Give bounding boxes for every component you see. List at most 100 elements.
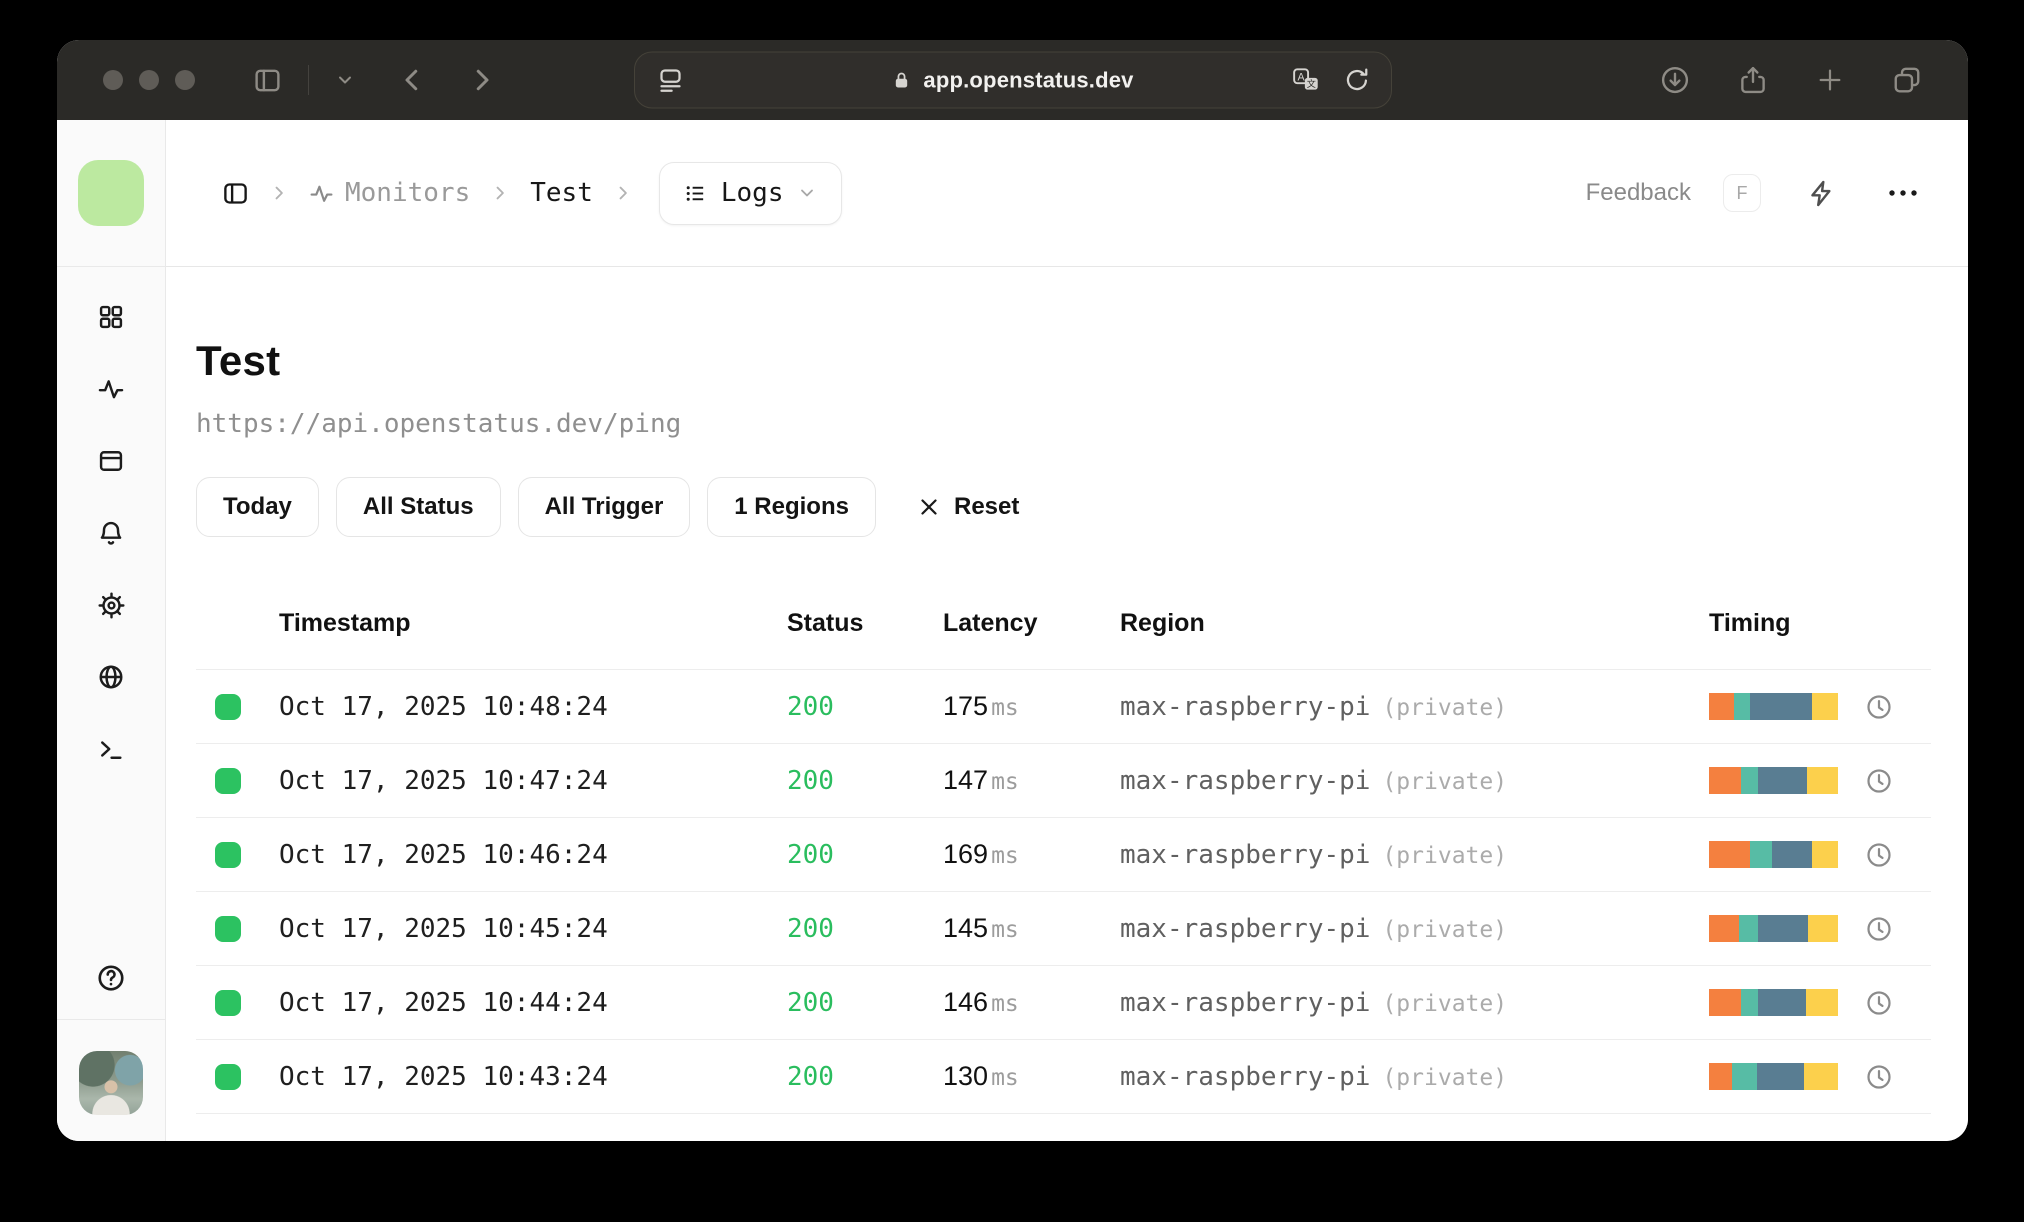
feedback-button[interactable]: Feedback (1586, 179, 1691, 207)
timing-bar (1709, 1063, 1838, 1090)
timing-bar (1709, 915, 1838, 942)
breadcrumb-monitor-name[interactable]: Test (530, 178, 593, 208)
timing-bar (1709, 767, 1838, 794)
cell-latency: 175 (943, 691, 989, 721)
table-row[interactable]: Oct 17, 2025 10:48:24 200 175 ms max-rasp… (196, 669, 1931, 743)
status-dot (215, 693, 241, 720)
timing-bar (1709, 841, 1838, 868)
cell-latency: 146 (943, 987, 989, 1017)
tab-overview-icon[interactable] (1892, 65, 1922, 95)
help-button[interactable] (87, 954, 135, 1002)
latency-unit: ms (991, 695, 1019, 721)
column-region: Region (1120, 608, 1205, 637)
close-window-button[interactable] (103, 70, 123, 90)
sidebar-item-monitors[interactable] (87, 365, 135, 413)
address-bar[interactable]: app.openstatus.dev A文 (633, 51, 1392, 109)
clock-icon[interactable] (1865, 915, 1893, 943)
chevron-right-icon (490, 183, 510, 203)
chevron-right-icon (613, 183, 633, 203)
status-dot (215, 1063, 241, 1090)
clock-icon[interactable] (1865, 989, 1893, 1017)
app-header: Monitors Test Logs Feedback F (166, 120, 1968, 267)
column-timestamp: Timestamp (279, 608, 411, 637)
feedback-shortcut-badge: F (1723, 174, 1761, 212)
grid-icon (99, 305, 123, 329)
workspace-logo[interactable] (78, 160, 144, 226)
sidebar-item-settings[interactable] (87, 581, 135, 629)
status-dot (215, 915, 241, 942)
cell-status: 200 (787, 765, 834, 796)
region-note: (private) (1382, 768, 1508, 795)
breadcrumb-monitors[interactable]: Monitors (309, 178, 470, 208)
table-row[interactable]: Oct 17, 2025 10:44:24 200 146 ms max-rasp… (196, 965, 1931, 1039)
table-row[interactable]: Oct 17, 2025 10:47:24 200 147 ms max-rasp… (196, 743, 1931, 817)
lightning-icon (1811, 180, 1831, 206)
latency-unit: ms (991, 991, 1019, 1017)
app-sidebar-toggle-icon[interactable] (222, 180, 249, 207)
region-note: (private) (1382, 916, 1508, 943)
filter-regions[interactable]: 1 Regions (707, 477, 876, 537)
clock-icon[interactable] (1865, 767, 1893, 795)
cell-latency: 145 (943, 913, 989, 943)
cell-latency: 147 (943, 765, 989, 795)
cell-timestamp: Oct 17, 2025 10:46:24 (279, 839, 608, 870)
reset-filters-button[interactable]: Reset (917, 493, 1019, 521)
cell-region: max-raspberry-pi (1120, 691, 1371, 722)
column-status: Status (787, 608, 864, 637)
latency-unit: ms (991, 769, 1019, 795)
timing-bar (1709, 693, 1838, 720)
user-avatar[interactable] (79, 1051, 143, 1115)
clock-icon[interactable] (1865, 693, 1893, 721)
gear-icon (97, 591, 125, 619)
cell-region: max-raspberry-pi (1120, 765, 1371, 796)
reload-icon[interactable] (1344, 67, 1371, 94)
table-row[interactable]: Oct 17, 2025 10:45:24 200 145 ms max-rasp… (196, 891, 1931, 965)
table-row[interactable]: Oct 17, 2025 10:43:24 200 130 ms max-rasp… (196, 1039, 1931, 1113)
share-icon[interactable] (1738, 65, 1768, 95)
clock-icon[interactable] (1865, 841, 1893, 869)
downloads-icon[interactable] (1660, 65, 1690, 95)
bell-icon (100, 521, 122, 545)
region-note: (private) (1382, 990, 1508, 1017)
region-note: (private) (1382, 842, 1508, 869)
latency-unit: ms (991, 917, 1019, 943)
timing-bar (1709, 989, 1838, 1016)
globe-icon (99, 665, 123, 689)
cell-timestamp: Oct 17, 2025 10:45:24 (279, 913, 608, 944)
filter-date[interactable]: Today (196, 477, 319, 537)
zoom-window-button[interactable] (175, 70, 195, 90)
filter-status[interactable]: All Status (335, 477, 501, 537)
more-options-button[interactable] (1886, 187, 1920, 199)
sidebar-chevron-down-icon[interactable] (335, 70, 355, 90)
table-row[interactable]: Oct 17, 2025 10:46:24 200 169 ms max-rasp… (196, 817, 1931, 891)
cell-timestamp: Oct 17, 2025 10:43:24 (279, 1061, 608, 1092)
minimize-window-button[interactable] (139, 70, 159, 90)
browser-window: app.openstatus.dev A文 Monitors Test Logs… (57, 40, 1968, 1141)
cell-status: 200 (787, 913, 834, 944)
new-tab-icon[interactable] (1816, 66, 1844, 94)
sidebar-item-notifications[interactable] (87, 509, 135, 557)
status-dot (215, 767, 241, 794)
forward-button[interactable] (467, 65, 497, 95)
region-note: (private) (1382, 1064, 1508, 1091)
translate-icon[interactable]: A文 (1292, 67, 1322, 94)
browser-sidebar-toggle-icon[interactable] (253, 66, 282, 95)
status-dot (215, 989, 241, 1016)
browser-titlebar: app.openstatus.dev A文 (57, 40, 1968, 120)
filter-trigger[interactable]: All Trigger (517, 477, 691, 537)
view-switcher-logs[interactable]: Logs (658, 161, 843, 225)
cell-timestamp: Oct 17, 2025 10:47:24 (279, 765, 608, 796)
column-timing: Timing (1709, 608, 1791, 637)
sidebar-item-cli[interactable] (87, 725, 135, 773)
table-header-row: Timestamp Status Latency Region Timing (196, 577, 1931, 669)
back-button[interactable] (397, 65, 427, 95)
cell-timestamp: Oct 17, 2025 10:44:24 (279, 987, 608, 1018)
quick-actions-button[interactable] (1807, 179, 1836, 208)
filter-bar: Today All Status All Trigger 1 Regions R… (196, 477, 1931, 537)
cell-status: 200 (787, 839, 834, 870)
sidebar-item-dashboard[interactable] (87, 293, 135, 341)
sidebar-item-regions[interactable] (87, 653, 135, 701)
breadcrumb: Monitors Test Logs (222, 161, 843, 225)
clock-icon[interactable] (1865, 1063, 1893, 1091)
sidebar-item-status-pages[interactable] (87, 437, 135, 485)
